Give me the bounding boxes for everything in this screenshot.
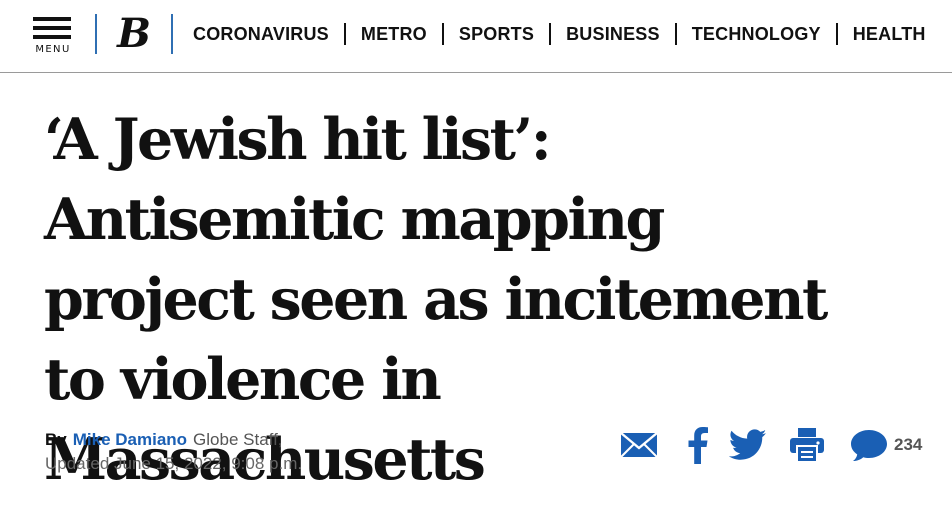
header-divider [95,14,97,54]
share-bar: 234 [620,424,922,466]
menu-bar [33,26,71,30]
menu-bar [33,17,71,21]
menu-bar [33,35,71,39]
globe-logo[interactable]: B [112,12,156,56]
print-icon[interactable] [789,427,825,463]
updated-timestamp: Updated June 15, 2022, 9:08 p.m. [45,454,303,473]
menu-button[interactable]: MENU [33,15,73,57]
section-nav: CORONAVIRUS METRO SPORTS BUSINESS TECHNO… [178,22,941,46]
twitter-icon[interactable] [728,429,767,461]
nav-sports[interactable]: SPORTS [444,23,549,45]
nav-coronavirus[interactable]: CORONAVIRUS [178,23,344,45]
comment-count[interactable]: 234 [894,435,922,455]
email-icon[interactable] [620,430,658,460]
nav-technology[interactable]: TECHNOLOGY [677,23,836,45]
byline: By Mike Damiano Globe Staff, Updated June … [45,428,302,476]
facebook-icon[interactable] [688,426,708,464]
header-divider [171,14,173,54]
menu-label: MENU [35,44,71,55]
author-role: Globe Staff, [193,430,283,449]
nav-business[interactable]: BUSINESS [551,23,675,45]
nav-metro[interactable]: METRO [346,23,442,45]
site-header: MENU B CORONAVIRUS METRO SPORTS BUSINESS… [0,0,952,73]
nav-health[interactable]: HEALTH [838,23,941,45]
byline-by: By [45,430,67,449]
comment-icon[interactable] [850,428,888,462]
author-link[interactable]: Mike Damiano [73,430,187,449]
